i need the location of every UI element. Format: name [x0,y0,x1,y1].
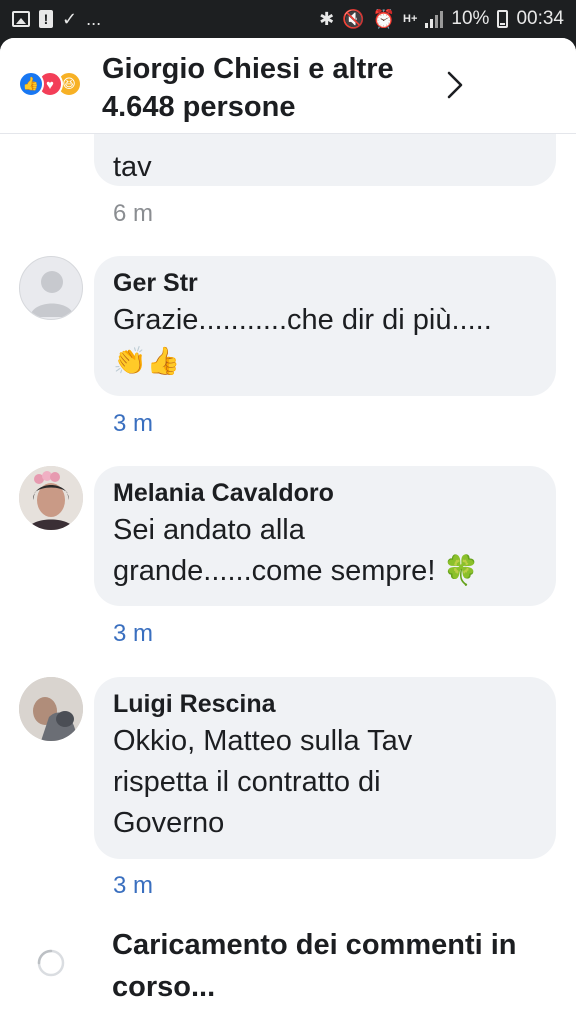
network-type: H+ [403,12,418,25]
reactions-summary-title[interactable]: Giorgio Chiesi e altre 4.648 persone [102,50,422,126]
reactions-header[interactable]: 👍 ♥ 😆 Giorgio Chiesi e altre 4.648 perso… [0,38,576,134]
battery-percent: 10% [451,8,490,29]
alert-icon: ! [39,10,53,28]
avatar[interactable] [19,466,83,530]
avatar[interactable] [19,256,83,320]
avatar[interactable] [19,677,83,741]
comment-author[interactable]: Luigi Rescina [113,687,536,721]
comment-time[interactable]: 3 m [113,872,153,900]
comment-text-line: Okkio, Matteo sulla Tav [113,725,413,757]
comment-text: Grazie...........che dir di più..... [113,304,492,336]
user-photo [19,466,83,530]
bluetooth-icon: ✱ [319,9,335,29]
comment-bubble[interactable]: Ger Str Grazie...........che dir di più.… [94,256,556,396]
like-reaction-icon: 👍 [18,71,44,97]
comment-text-line: Governo [113,807,225,839]
battery-icon [497,10,509,28]
more-notifications: ... [86,9,102,29]
check-icon: ✓ [62,9,78,29]
comment-time[interactable]: 3 m [113,410,153,438]
comment-bubble[interactable]: Melania Cavaldoro Sei andato alla grande… [94,466,556,606]
comment-text-line: Sei andato alla [113,514,305,546]
default-avatar-icon [30,271,74,317]
status-right: ✱ 🔇 ⏰ H+ 10% 00:34 [319,8,564,30]
status-left: ! ✓ ... [12,10,101,28]
image-icon [12,11,30,27]
signal-icon [425,10,444,28]
comment-author[interactable]: Melania Cavaldoro [113,476,536,510]
loading-spinner-icon [37,949,65,977]
clock: 00:34 [516,8,564,29]
mute-icon: 🔇 [342,9,365,29]
comment-bubble[interactable]: Luigi Rescina Okkio, Matteo sulla Tav ri… [94,677,556,859]
alarm-icon: ⏰ [372,9,396,29]
status-bar: ! ✓ ... ✱ 🔇 ⏰ H+ 10% 00:34 [0,0,576,38]
loading-comments-text: Caricamento dei commenti in corso... [112,929,517,1003]
reactions-sheet: 👍 ♥ 😆 Giorgio Chiesi e altre 4.648 perso… [0,38,576,1024]
comment-text-line: rispetta il contratto di [113,766,381,798]
reaction-icons: 👍 ♥ 😆 [18,71,100,97]
comment-emoji: 👏👍 [113,346,181,376]
comment-text-line: grande......come sempre! 🍀 [113,555,480,587]
user-photo [19,677,83,741]
comment-time: 6 m [113,200,154,227]
chevron-right-icon[interactable] [442,70,468,100]
comment-author[interactable]: Ger Str [113,266,536,300]
comment-time[interactable]: 3 m [113,620,153,648]
